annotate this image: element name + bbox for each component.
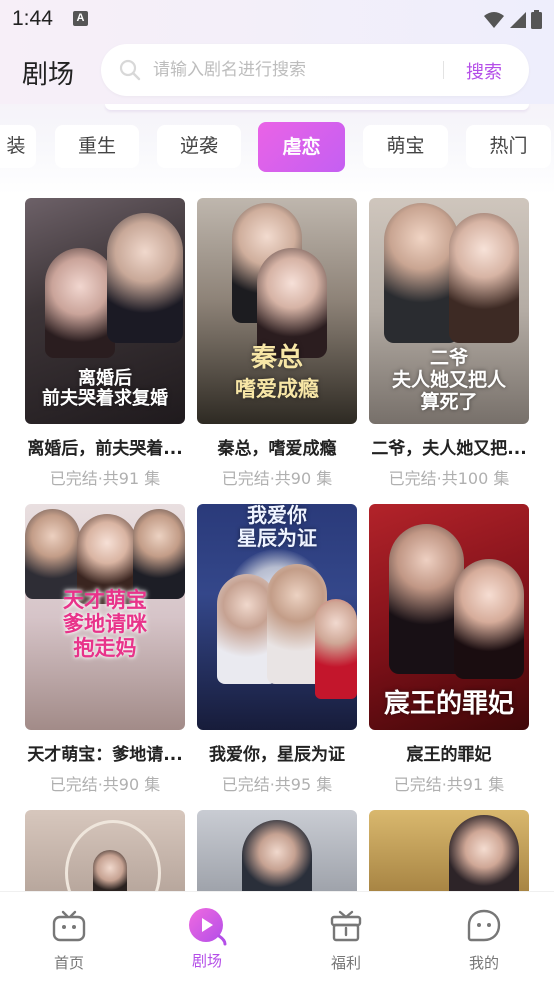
actor-illustration [133, 509, 185, 599]
category-tab-popular[interactable]: 热门 [466, 125, 551, 168]
drama-episode-info: 已完结·共90 集 [49, 775, 161, 794]
drama-poster[interactable]: 我爱你 星辰为证 [197, 504, 357, 730]
nav-label: 剧场 [191, 952, 222, 970]
nav-profile[interactable]: 我的 [444, 906, 524, 973]
actor-illustration [45, 248, 115, 358]
drama-card[interactable]: 宸王的罪妃 宸王的罪妃 已完结·共91 集 [369, 504, 529, 795]
category-label: 装 [6, 135, 26, 157]
search-icon [119, 59, 141, 85]
page-title: 剧场 [22, 60, 75, 90]
tv-icon [52, 910, 86, 942]
drama-poster[interactable]: 天才萌宝 爹地请咪 抱走妈 [25, 504, 185, 730]
drama-card[interactable]: 离婚后 前夫哭着求复婚 离婚后，前夫哭着... 已完结·共91 集 [25, 198, 185, 489]
drama-episode-info: 已完结·共91 集 [49, 469, 161, 488]
actor-illustration [242, 820, 312, 891]
actor-illustration [25, 509, 80, 599]
drama-episode-info: 已完结·共90 集 [221, 469, 333, 488]
nav-home[interactable]: 首页 [29, 906, 109, 973]
status-time: 1:44 [12, 7, 53, 30]
search-button[interactable]: 搜索 [466, 58, 502, 84]
actor-illustration [315, 599, 357, 699]
profile-icon [467, 909, 501, 942]
actor-illustration [449, 213, 519, 343]
drama-episode-info: 已完结·共95 集 [221, 775, 333, 794]
category-tab-partial[interactable]: 装 [0, 125, 36, 168]
category-label: 重生 [77, 135, 116, 157]
nav-label: 首页 [53, 954, 84, 972]
wifi-icon [484, 11, 504, 28]
category-label: 热门 [489, 135, 528, 157]
nav-label: 我的 [468, 954, 499, 972]
play-icon [189, 908, 227, 946]
category-tab-cute-baby[interactable]: 萌宝 [363, 125, 448, 168]
nav-welfare[interactable]: 福利 [306, 906, 386, 973]
search-bar[interactable]: 搜索 [101, 44, 529, 96]
actor-illustration [107, 213, 183, 343]
drama-card[interactable]: 我爱你 星辰为证 我爱你，星辰为证 已完结·共95 集 [197, 504, 357, 795]
poster-title: 离婚后 前夫哭着求复婚 [42, 367, 168, 410]
drama-episode-info: 已完结·共91 集 [393, 775, 505, 794]
drama-title: 秦总，嗜爱成瘾 [217, 439, 337, 459]
drama-poster[interactable] [25, 810, 185, 891]
category-tab-tragic-romance[interactable]: 虐恋 [258, 122, 345, 172]
gift-icon [330, 910, 362, 942]
category-label: 逆袭 [179, 135, 218, 157]
drama-poster[interactable]: 宸王的罪妃 [369, 504, 529, 730]
category-label: 萌宝 [386, 135, 425, 157]
actor-illustration [449, 815, 519, 891]
drama-poster[interactable]: 秦总 嗜爱成瘾 [197, 198, 357, 424]
header-underline [105, 104, 529, 110]
drama-card[interactable] [369, 810, 529, 891]
drama-title: 天才萌宝：爹地请... [27, 745, 183, 765]
status-icons [483, 10, 542, 29]
signal-icon [510, 11, 526, 28]
status-bar: 1:44 A [0, 0, 554, 38]
poster-title: 我爱你 星辰为证 [237, 504, 317, 550]
actor-illustration [257, 248, 327, 358]
drama-episode-info: 已完结·共100 集 [388, 469, 510, 488]
drama-poster[interactable]: 离婚后 前夫哭着求复婚 [25, 198, 185, 424]
search-divider [443, 61, 444, 79]
actor-illustration [389, 524, 464, 674]
nav-label: 福利 [330, 954, 361, 972]
battery-icon [531, 10, 542, 29]
drama-card[interactable] [25, 810, 185, 891]
category-tab-rebirth[interactable]: 重生 [55, 125, 139, 168]
drama-poster[interactable] [369, 810, 529, 891]
drama-poster[interactable] [197, 810, 357, 891]
notification-icon: A [73, 11, 88, 26]
actor-illustration [454, 559, 524, 679]
drama-card[interactable]: 秦总 嗜爱成瘾 秦总，嗜爱成瘾 已完结·共90 集 [197, 198, 357, 489]
poster-title: 二爷 夫人她又把人 算死了 [391, 347, 506, 414]
poster-title: 天才萌宝 爹地请咪 抱走妈 [63, 586, 147, 660]
drama-title: 我爱你，星辰为证 [209, 745, 345, 765]
drama-title: 二爷，夫人她又把... [371, 439, 527, 459]
drama-card[interactable]: 二爷 夫人她又把人 算死了 二爷，夫人她又把... 已完结·共100 集 [369, 198, 529, 489]
actor-illustration [384, 203, 459, 343]
actor-illustration [93, 850, 127, 891]
nav-theater[interactable]: 剧场 [167, 906, 247, 971]
poster-title: 秦总 嗜爱成瘾 [235, 343, 319, 402]
drama-card[interactable]: 天才萌宝 爹地请咪 抱走妈 天才萌宝：爹地请... 已完结·共90 集 [25, 504, 185, 795]
search-input[interactable] [153, 58, 433, 82]
drama-title: 离婚后，前夫哭着... [27, 439, 183, 459]
category-tab-counterattack[interactable]: 逆袭 [157, 125, 241, 168]
drama-card[interactable] [197, 810, 357, 891]
drama-poster[interactable]: 二爷 夫人她又把人 算死了 [369, 198, 529, 424]
poster-title: 宸王的罪妃 [383, 689, 514, 720]
drama-title: 宸王的罪妃 [406, 745, 492, 765]
category-label: 虐恋 [282, 136, 321, 158]
bottom-navigation: 首页 剧场 福利 我的 [0, 891, 554, 985]
